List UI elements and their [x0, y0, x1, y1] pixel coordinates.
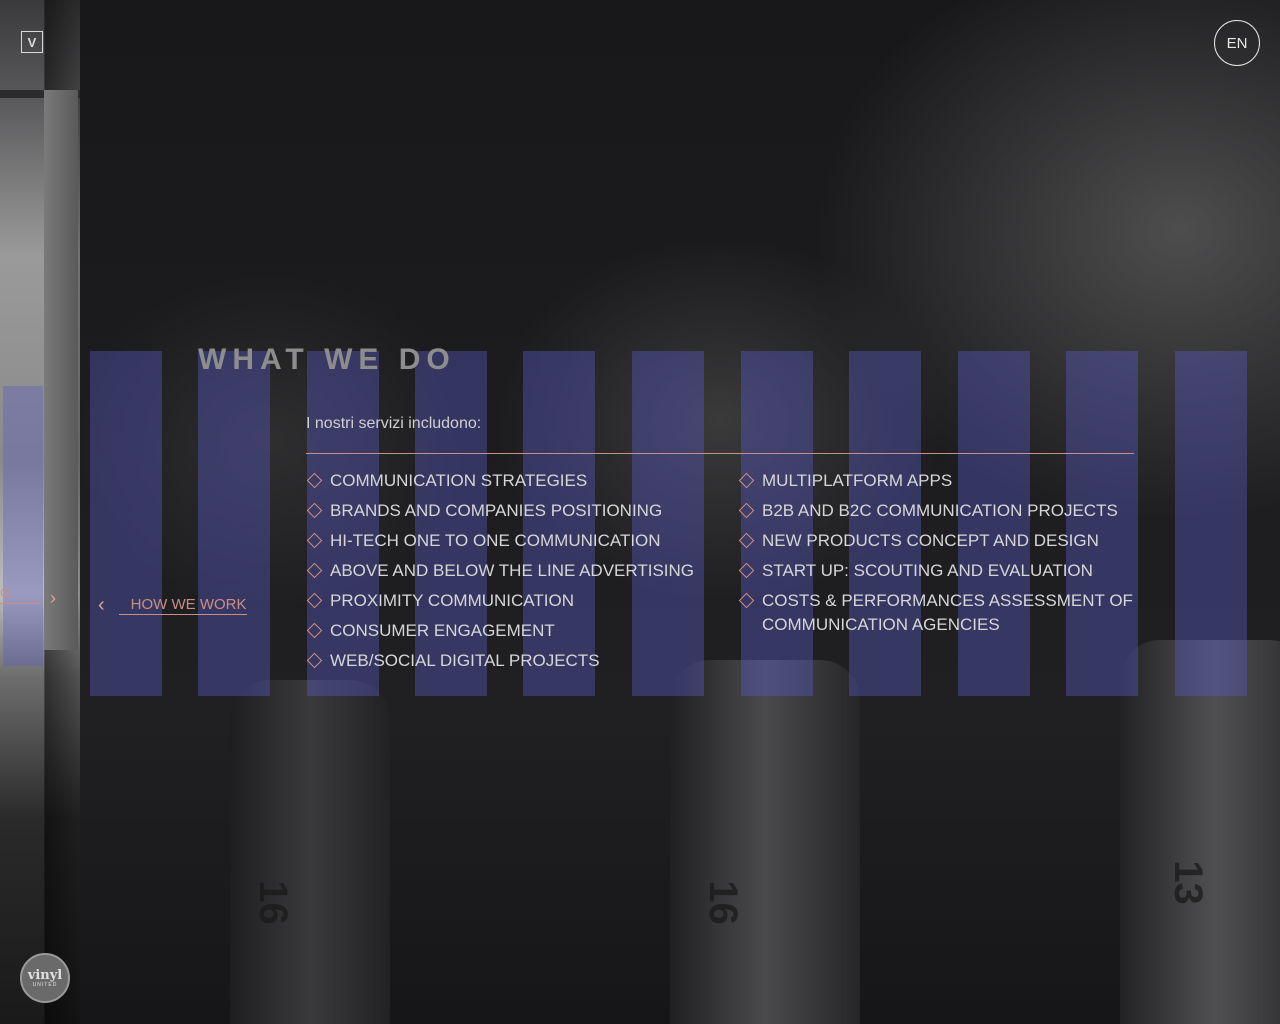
diamond-bullet-icon — [306, 472, 323, 489]
diamond-bullet-icon — [306, 502, 323, 519]
diamond-bullet-icon — [306, 532, 323, 549]
language-switch-button[interactable]: EN — [1214, 20, 1260, 66]
chevron-right-icon[interactable]: › — [50, 588, 56, 609]
service-item: COMMUNICATION STRATEGIES — [306, 469, 726, 493]
service-item: B2B AND B2C COMMUNICATION PROJECTS — [738, 499, 1138, 523]
service-label: BRANDS AND COMPANIES POSITIONING — [330, 501, 663, 520]
how-we-work-link[interactable]: ‹ HOW WE WORK — [98, 594, 247, 616]
service-label: CONSUMER ENGAGEMENT — [330, 621, 555, 640]
service-item: PROXIMITY COMMUNICATION — [306, 589, 726, 613]
diamond-bullet-icon — [738, 532, 755, 549]
previous-slide-panel[interactable]: O › — [0, 0, 80, 1024]
vinyl-united-badge[interactable]: vinyl UNITED — [20, 953, 70, 1003]
chevron-left-icon[interactable]: ‹ — [98, 595, 105, 615]
wrench-size-label: 16 — [250, 880, 295, 925]
service-label: MULTIPLATFORM APPS — [762, 471, 953, 490]
service-label: ABOVE AND BELOW THE LINE ADVERTISING — [330, 561, 695, 580]
diamond-bullet-icon — [306, 592, 323, 609]
purple-overlay-bar — [3, 386, 43, 666]
diamond-bullet-icon — [738, 562, 755, 579]
service-item: CONSUMER ENGAGEMENT — [306, 619, 726, 643]
service-label: PROXIMITY COMMUNICATION — [330, 591, 574, 610]
service-item: MULTIPLATFORM APPS — [738, 469, 1138, 493]
diamond-bullet-icon — [738, 502, 755, 519]
service-item: BRANDS AND COMPANIES POSITIONING — [306, 499, 726, 523]
diamond-bullet-icon — [306, 622, 323, 639]
badge-sub: UNITED — [32, 981, 58, 988]
wrench-image — [670, 660, 860, 1024]
wrench-size-label: 16 — [700, 880, 745, 925]
wrench-size-label: 13 — [1165, 860, 1210, 905]
service-item: WEB/SOCIAL DIGITAL PROJECTS — [306, 649, 726, 673]
how-we-work-label[interactable]: HOW WE WORK — [118, 596, 247, 615]
service-label: NEW PRODUCTS CONCEPT AND DESIGN — [762, 531, 1099, 550]
wrench-image — [1120, 640, 1280, 1024]
services-intro: I nostri servizi includono: — [306, 415, 482, 432]
diamond-bullet-icon — [306, 652, 323, 669]
brand-logo-icon[interactable]: V — [21, 31, 43, 53]
services-list-left: COMMUNICATION STRATEGIES BRANDS AND COMP… — [306, 469, 726, 679]
service-label: COMMUNICATION STRATEGIES — [330, 471, 588, 490]
service-label: WEB/SOCIAL DIGITAL PROJECTS — [330, 651, 600, 670]
diamond-bullet-icon — [306, 562, 323, 579]
building-pillar — [44, 90, 78, 650]
service-label: B2B AND B2C COMMUNICATION PROJECTS — [762, 501, 1118, 520]
purple-bar — [198, 351, 270, 696]
previous-slide-underline — [0, 603, 40, 604]
diamond-bullet-icon — [738, 472, 755, 489]
purple-bar — [1175, 351, 1247, 696]
previous-slide-label: O — [0, 585, 11, 600]
service-label: COSTS & PERFORMANCES ASSESSMENT OF COMMU… — [762, 591, 1133, 634]
service-label: HI-TECH ONE TO ONE COMMUNICATION — [330, 531, 661, 550]
service-item: NEW PRODUCTS CONCEPT AND DESIGN — [738, 529, 1138, 553]
purple-bar — [90, 351, 162, 696]
section-title: WHAT WE DO — [198, 343, 456, 376]
service-item: START UP: SCOUTING AND EVALUATION — [738, 559, 1138, 583]
service-item: HI-TECH ONE TO ONE COMMUNICATION — [306, 529, 726, 553]
wrench-image — [230, 680, 390, 1024]
badge-name: vinyl — [27, 967, 63, 983]
diamond-bullet-icon — [738, 592, 755, 609]
service-label: START UP: SCOUTING AND EVALUATION — [762, 561, 1093, 580]
service-item: ABOVE AND BELOW THE LINE ADVERTISING — [306, 559, 726, 583]
services-list-right: MULTIPLATFORM APPS B2B AND B2C COMMUNICA… — [738, 469, 1138, 643]
divider — [306, 453, 1134, 454]
service-item: COSTS & PERFORMANCES ASSESSMENT OF COMMU… — [738, 589, 1138, 637]
